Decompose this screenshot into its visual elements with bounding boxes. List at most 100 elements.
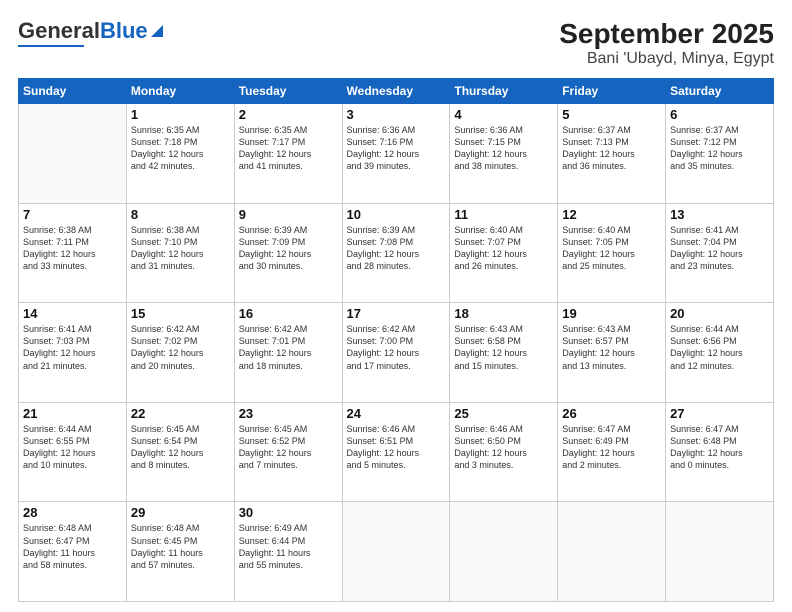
day-number: 15: [131, 306, 230, 321]
table-row: 14 Sunrise: 6:41 AM Sunset: 7:03 PM Dayli…: [19, 303, 127, 403]
table-row: 28Sunrise: 6:48 AM Sunset: 6:47 PM Dayli…: [19, 502, 127, 602]
calendar-header-wednesday: Wednesday: [342, 79, 450, 104]
logo-general-text: General: [18, 18, 100, 44]
cell-content: Sunrise: 6:42 AM Sunset: 7:02 PM Dayligh…: [131, 323, 230, 372]
day-number: 7: [23, 207, 122, 222]
logo: General Blue: [18, 18, 165, 47]
cell-content: Sunrise: 6:40 AM Sunset: 7:05 PM Dayligh…: [562, 224, 661, 273]
day-number: 4: [454, 107, 553, 122]
table-row: 19Sunrise: 6:43 AM Sunset: 6:57 PM Dayli…: [558, 303, 666, 403]
calendar-header-row: SundayMondayTuesdayWednesdayThursdayFrid…: [19, 79, 774, 104]
location-title: Bani 'Ubayd, Minya, Egypt: [559, 50, 774, 68]
cell-content: Sunrise: 6:40 AM Sunset: 7:07 PM Dayligh…: [454, 224, 553, 273]
day-number: 20: [670, 306, 769, 321]
cell-content: Sunrise: 6:36 AM Sunset: 7:15 PM Dayligh…: [454, 124, 553, 173]
cell-content: Sunrise: 6:45 AM Sunset: 6:54 PM Dayligh…: [131, 423, 230, 472]
day-number: 28: [23, 505, 122, 520]
calendar-table: SundayMondayTuesdayWednesdayThursdayFrid…: [18, 78, 774, 602]
day-number: 1: [131, 107, 230, 122]
day-number: 9: [239, 207, 338, 222]
day-number: 11: [454, 207, 553, 222]
calendar-header-saturday: Saturday: [666, 79, 774, 104]
cell-content: Sunrise: 6:46 AM Sunset: 6:51 PM Dayligh…: [347, 423, 446, 472]
logo-underline: [18, 45, 84, 47]
cell-content: Sunrise: 6:49 AM Sunset: 6:44 PM Dayligh…: [239, 522, 338, 571]
calendar-header-monday: Monday: [126, 79, 234, 104]
cell-content: Sunrise: 6:42 AM Sunset: 7:01 PM Dayligh…: [239, 323, 338, 372]
day-number: 12: [562, 207, 661, 222]
calendar-week-row: 7Sunrise: 6:38 AM Sunset: 7:11 PM Daylig…: [19, 203, 774, 303]
cell-content: Sunrise: 6:45 AM Sunset: 6:52 PM Dayligh…: [239, 423, 338, 472]
day-number: 16: [239, 306, 338, 321]
calendar-header-tuesday: Tuesday: [234, 79, 342, 104]
table-row: 6Sunrise: 6:37 AM Sunset: 7:12 PM Daylig…: [666, 104, 774, 204]
calendar-week-row: 1 Sunrise: 6:35 AM Sunset: 7:18 PM Daylig…: [19, 104, 774, 204]
table-row: 9 Sunrise: 6:39 AM Sunset: 7:09 PM Daylig…: [234, 203, 342, 303]
cell-content: Sunrise: 6:44 AM Sunset: 6:55 PM Dayligh…: [23, 423, 122, 472]
cell-content: Sunrise: 6:35 AM Sunset: 7:18 PM Dayligh…: [131, 124, 230, 173]
table-row: 5 Sunrise: 6:37 AM Sunset: 7:13 PM Daylig…: [558, 104, 666, 204]
cell-content: Sunrise: 6:37 AM Sunset: 7:13 PM Dayligh…: [562, 124, 661, 173]
table-row: 15 Sunrise: 6:42 AM Sunset: 7:02 PM Dayli…: [126, 303, 234, 403]
table-row: 24 Sunrise: 6:46 AM Sunset: 6:51 PM Dayli…: [342, 402, 450, 502]
cell-content: Sunrise: 6:42 AM Sunset: 7:00 PM Dayligh…: [347, 323, 446, 372]
page: General Blue September 2025 Bani 'Ubayd,…: [0, 0, 792, 612]
cell-content: Sunrise: 6:43 AM Sunset: 6:57 PM Dayligh…: [562, 323, 661, 372]
day-number: 5: [562, 107, 661, 122]
calendar-week-row: 14 Sunrise: 6:41 AM Sunset: 7:03 PM Dayli…: [19, 303, 774, 403]
day-number: 13: [670, 207, 769, 222]
cell-content: Sunrise: 6:47 AM Sunset: 6:48 PM Dayligh…: [670, 423, 769, 472]
cell-content: Sunrise: 6:41 AM Sunset: 7:03 PM Dayligh…: [23, 323, 122, 372]
cell-content: Sunrise: 6:41 AM Sunset: 7:04 PM Dayligh…: [670, 224, 769, 273]
day-number: 18: [454, 306, 553, 321]
table-row: [19, 104, 127, 204]
table-row: 27 Sunrise: 6:47 AM Sunset: 6:48 PM Dayli…: [666, 402, 774, 502]
day-number: 29: [131, 505, 230, 520]
table-row: 26Sunrise: 6:47 AM Sunset: 6:49 PM Dayli…: [558, 402, 666, 502]
cell-content: Sunrise: 6:39 AM Sunset: 7:09 PM Dayligh…: [239, 224, 338, 273]
day-number: 10: [347, 207, 446, 222]
table-row: 8Sunrise: 6:38 AM Sunset: 7:10 PM Daylig…: [126, 203, 234, 303]
day-number: 3: [347, 107, 446, 122]
table-row: 17 Sunrise: 6:42 AM Sunset: 7:00 PM Dayli…: [342, 303, 450, 403]
table-row: 22 Sunrise: 6:45 AM Sunset: 6:54 PM Dayli…: [126, 402, 234, 502]
calendar-header-friday: Friday: [558, 79, 666, 104]
calendar-header-thursday: Thursday: [450, 79, 558, 104]
title-block: September 2025 Bani 'Ubayd, Minya, Egypt: [559, 18, 774, 68]
table-row: 3Sunrise: 6:36 AM Sunset: 7:16 PM Daylig…: [342, 104, 450, 204]
day-number: 6: [670, 107, 769, 122]
calendar-week-row: 21 Sunrise: 6:44 AM Sunset: 6:55 PM Dayli…: [19, 402, 774, 502]
day-number: 27: [670, 406, 769, 421]
table-row: 25Sunrise: 6:46 AM Sunset: 6:50 PM Dayli…: [450, 402, 558, 502]
day-number: 24: [347, 406, 446, 421]
table-row: 2Sunrise: 6:35 AM Sunset: 7:17 PM Daylig…: [234, 104, 342, 204]
cell-content: Sunrise: 6:35 AM Sunset: 7:17 PM Dayligh…: [239, 124, 338, 173]
table-row: 20 Sunrise: 6:44 AM Sunset: 6:56 PM Dayli…: [666, 303, 774, 403]
table-row: 21 Sunrise: 6:44 AM Sunset: 6:55 PM Dayli…: [19, 402, 127, 502]
table-row: 30Sunrise: 6:49 AM Sunset: 6:44 PM Dayli…: [234, 502, 342, 602]
table-row: 7Sunrise: 6:38 AM Sunset: 7:11 PM Daylig…: [19, 203, 127, 303]
day-number: 8: [131, 207, 230, 222]
table-row: 11 Sunrise: 6:40 AM Sunset: 7:07 PM Dayli…: [450, 203, 558, 303]
table-row: [666, 502, 774, 602]
header: General Blue September 2025 Bani 'Ubayd,…: [18, 18, 774, 68]
day-number: 14: [23, 306, 122, 321]
cell-content: Sunrise: 6:44 AM Sunset: 6:56 PM Dayligh…: [670, 323, 769, 372]
day-number: 17: [347, 306, 446, 321]
table-row: 16 Sunrise: 6:42 AM Sunset: 7:01 PM Dayli…: [234, 303, 342, 403]
calendar-week-row: 28Sunrise: 6:48 AM Sunset: 6:47 PM Dayli…: [19, 502, 774, 602]
logo-arrow-icon: [149, 23, 165, 39]
table-row: [342, 502, 450, 602]
day-number: 26: [562, 406, 661, 421]
day-number: 25: [454, 406, 553, 421]
cell-content: Sunrise: 6:43 AM Sunset: 6:58 PM Dayligh…: [454, 323, 553, 372]
table-row: 4 Sunrise: 6:36 AM Sunset: 7:15 PM Daylig…: [450, 104, 558, 204]
day-number: 22: [131, 406, 230, 421]
table-row: 29Sunrise: 6:48 AM Sunset: 6:45 PM Dayli…: [126, 502, 234, 602]
table-row: 1 Sunrise: 6:35 AM Sunset: 7:18 PM Daylig…: [126, 104, 234, 204]
month-title: September 2025: [559, 18, 774, 50]
day-number: 21: [23, 406, 122, 421]
table-row: 18 Sunrise: 6:43 AM Sunset: 6:58 PM Dayli…: [450, 303, 558, 403]
logo-blue-text: Blue: [100, 18, 148, 44]
table-row: 13 Sunrise: 6:41 AM Sunset: 7:04 PM Dayli…: [666, 203, 774, 303]
